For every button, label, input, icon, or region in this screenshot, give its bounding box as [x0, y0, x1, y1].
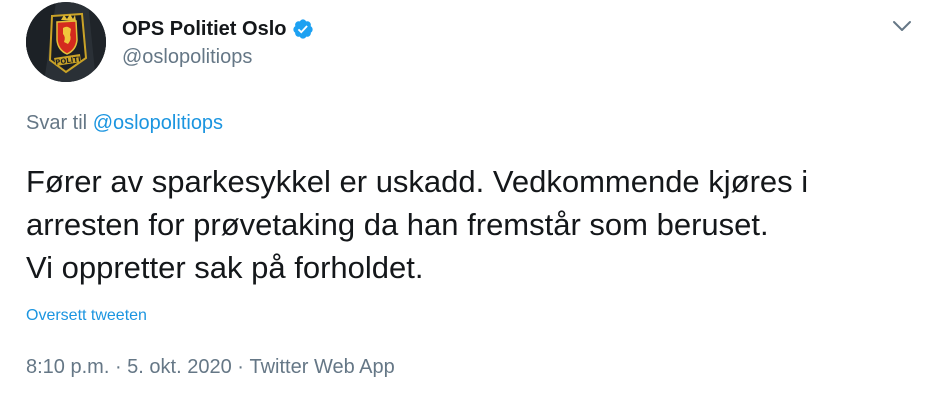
tweet-date[interactable]: 5. okt. 2020: [127, 356, 232, 379]
tweet-source[interactable]: Twitter Web App: [249, 356, 394, 379]
author-display-name[interactable]: OPS Politiet Oslo: [122, 18, 286, 41]
tweet-time[interactable]: 8:10 p.m.: [26, 356, 109, 379]
author-handle[interactable]: @oslopolitiops: [122, 46, 252, 69]
police-patch-icon: POLITI: [26, 2, 106, 82]
tweet-menu-button[interactable]: [884, 10, 920, 42]
avatar[interactable]: POLITI: [26, 2, 106, 82]
reply-to-line: Svar til @oslopolitiops: [26, 112, 223, 135]
tweet-text: Fører av sparkesykkel er uskadd. Vedkomm…: [26, 164, 809, 285]
reply-mention-link[interactable]: @oslopolitiops: [93, 112, 223, 134]
meta-separator: ·: [231, 356, 250, 378]
reply-prefix: Svar til: [26, 112, 88, 134]
author-name-row: OPS Politiet Oslo: [122, 14, 314, 44]
tweet-metadata: 8:10 p.m. · 5. okt. 2020 · Twitter Web A…: [26, 356, 395, 379]
tweet-card: POLITI OPS Politiet Oslo @oslopolitiops …: [0, 0, 938, 406]
meta-separator: ·: [109, 356, 128, 378]
chevron-down-icon: [893, 21, 911, 31]
translate-tweet-link[interactable]: Oversett tweeten: [26, 307, 147, 325]
verified-badge-icon: [292, 18, 314, 40]
